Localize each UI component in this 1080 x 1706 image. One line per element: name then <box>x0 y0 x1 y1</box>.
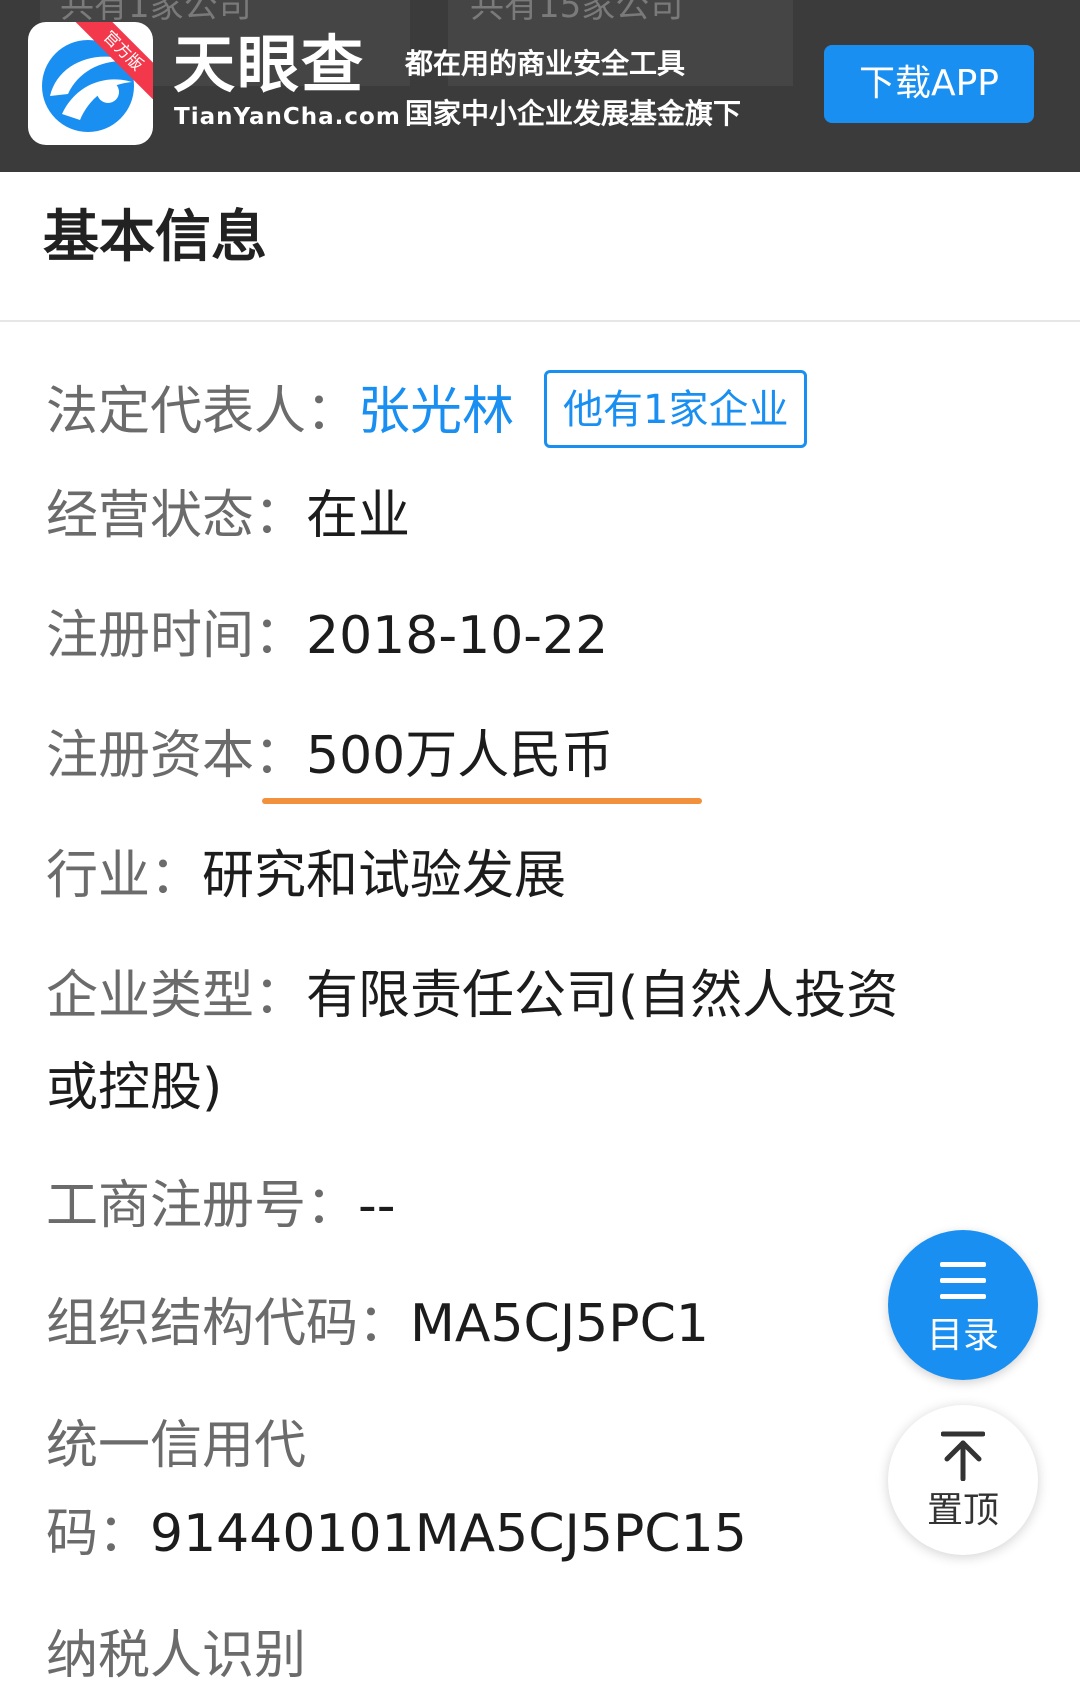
status-label: 经营状态： <box>46 486 307 546</box>
other-companies-tag[interactable]: 他有1家企业 <box>544 370 808 448</box>
info-row-capital: 注册资本：500万人民币 <box>46 730 613 782</box>
credit-label-line-1: 统一信用代 <box>46 1416 307 1476</box>
back-to-top-button[interactable]: 置顶 <box>888 1405 1038 1555</box>
back-to-top-label: 置顶 <box>926 1490 999 1531</box>
status-value: 在业 <box>306 486 411 546</box>
slogan-line-2: 国家中小企业发展基金旗下 <box>405 97 742 130</box>
industry-value: 研究和试验发展 <box>202 846 567 906</box>
table-of-contents-label: 目录 <box>926 1315 999 1356</box>
type-value-line-2: 或控股) <box>46 1058 223 1118</box>
tianyancha-logo: 官方版 <box>28 22 153 145</box>
brand-name: 天眼查 <box>173 28 366 101</box>
info-row-status: 经营状态：在业 <box>46 490 410 542</box>
org-code-label: 组织结构代码： <box>46 1294 411 1354</box>
info-row-type-cont: 或控股) <box>46 1062 222 1114</box>
info-row-taxpayer: 纳税人识别 <box>46 1630 306 1682</box>
info-row-industry: 行业：研究和试验发展 <box>46 850 566 902</box>
slogan-line-1: 都在用的商业安全工具 <box>405 47 686 80</box>
capital-label: 注册资本： <box>46 726 307 786</box>
legal-rep-label: 法定代表人： <box>46 382 359 442</box>
arrow-up-icon <box>941 1431 985 1481</box>
capital-value: 500万人民币 <box>306 726 614 786</box>
brand-domain: TianYanCha.com <box>174 104 401 130</box>
type-label: 企业类型： <box>46 966 307 1026</box>
section-divider <box>0 320 1080 322</box>
eye-logo-icon <box>42 40 134 132</box>
reg-date-value: 2018-10-22 <box>306 606 609 666</box>
biz-reg-label: 工商注册号： <box>46 1176 359 1236</box>
info-row-credit-cont: 码：91440101MA5CJ5PC15 <box>46 1508 747 1560</box>
info-row-biz-reg: 工商注册号：-- <box>46 1180 396 1232</box>
section-title: 基本信息 <box>43 205 267 270</box>
taxpayer-label: 纳税人识别 <box>46 1626 307 1686</box>
info-row-credit: 统一信用代 <box>46 1420 306 1472</box>
industry-label: 行业： <box>46 846 203 906</box>
org-code-value: MA5CJ5PC1 <box>410 1294 710 1354</box>
biz-reg-value: -- <box>358 1176 396 1236</box>
info-row-legal-rep: 法定代表人：张光林 他有1家企业 <box>46 370 808 454</box>
table-of-contents-button[interactable]: 目录 <box>888 1230 1038 1380</box>
reg-date-label: 注册时间： <box>46 606 307 666</box>
menu-icon <box>940 1262 986 1300</box>
legal-rep-link[interactable]: 张光林 <box>358 382 514 442</box>
info-row-org-code: 组织结构代码：MA5CJ5PC1 <box>46 1298 709 1350</box>
capital-highlight-underline <box>262 798 702 804</box>
type-value-line-1: 有限责任公司(自然人投资 <box>306 966 899 1026</box>
credit-value: 91440101MA5CJ5PC15 <box>150 1504 747 1564</box>
info-row-type: 企业类型：有限责任公司(自然人投资 <box>46 970 898 1022</box>
background-card-right-text: 共有15家公司 <box>470 0 684 26</box>
download-app-button[interactable]: 下载APP <box>824 45 1034 123</box>
info-row-reg-date: 注册时间：2018-10-22 <box>46 610 608 662</box>
app-download-banner[interactable]: 共有1家公司 共有15家公司 官方版 天眼查 TianYanCha.com 都在… <box>0 0 1080 172</box>
credit-label-line-2: 码： <box>46 1504 151 1564</box>
